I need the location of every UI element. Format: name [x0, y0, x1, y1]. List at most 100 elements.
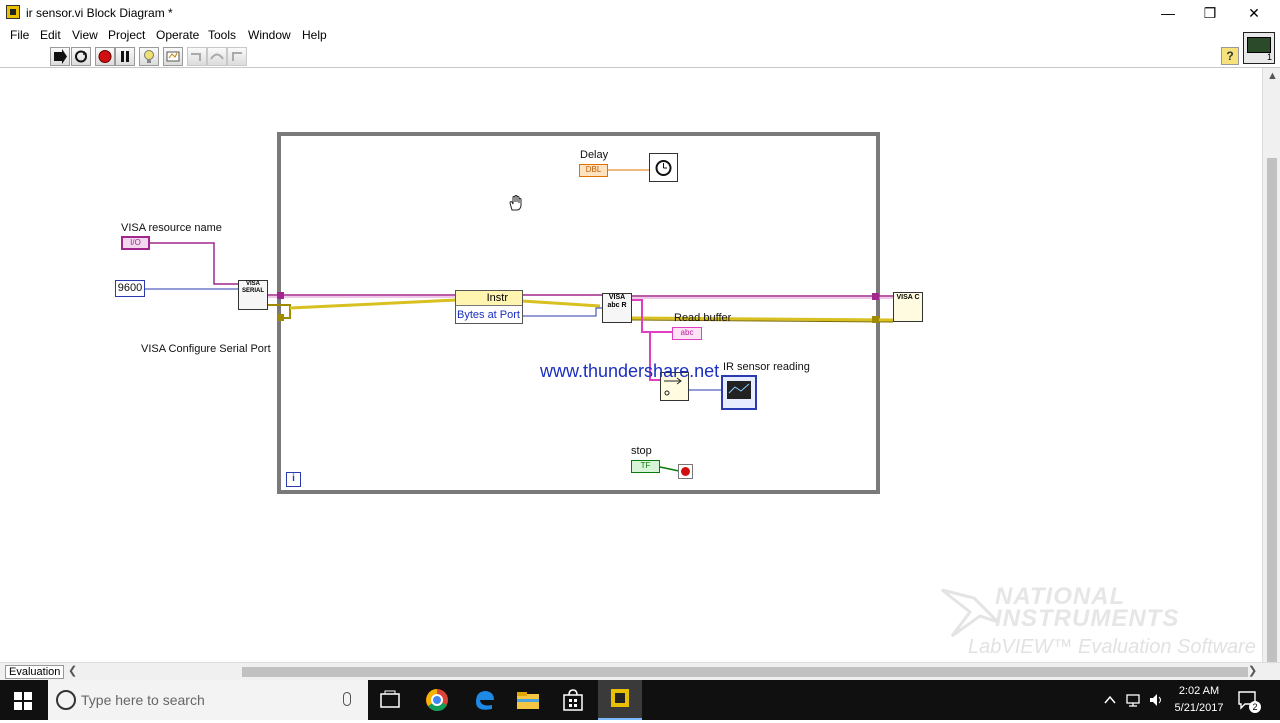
chrome-icon[interactable] — [423, 686, 451, 714]
ir-sensor-label: IR sensor reading — [723, 361, 810, 373]
delay-control[interactable]: DBL — [579, 164, 608, 177]
stop-button-terminal[interactable]: TF — [631, 460, 660, 473]
ir-sensor-chart-indicator[interactable] — [721, 375, 757, 410]
notification-badge: 2 — [1249, 701, 1261, 713]
menu-edit[interactable]: Edit — [40, 28, 61, 42]
run-continuously-button[interactable] — [71, 47, 91, 66]
iteration-terminal[interactable]: i — [286, 472, 301, 487]
ni-eagle-logo-icon — [941, 588, 1000, 638]
property-bytes-at-port[interactable]: Bytes at Port — [456, 307, 522, 324]
error-tunnel-in — [277, 314, 284, 321]
menu-view[interactable]: View — [72, 28, 98, 42]
menu-operate[interactable]: Operate — [156, 28, 199, 42]
visa-close-node[interactable]: VISA C — [893, 292, 923, 322]
ni-logo-text: NATIONAL INSTRUMENTS — [995, 585, 1180, 632]
scroll-up-arrow[interactable]: ▲ — [1267, 70, 1278, 82]
minimize-button[interactable]: — — [1146, 0, 1190, 26]
pause-button[interactable] — [115, 47, 135, 66]
probe-icon — [166, 51, 180, 62]
scroll-left-arrow[interactable]: ❮ — [68, 664, 77, 677]
menu-window[interactable]: Window — [248, 28, 291, 42]
search-placeholder: Type here to search — [81, 692, 205, 708]
visa-configure-serial-node[interactable]: VISA SERIAL — [238, 280, 268, 310]
delay-label: Delay — [580, 149, 609, 161]
restore-button[interactable]: ❒ — [1188, 0, 1232, 26]
edge-icon[interactable] — [470, 686, 498, 714]
lightbulb-icon — [144, 50, 154, 63]
wait-ms-node[interactable] — [649, 153, 678, 182]
error-tunnel-out — [872, 316, 879, 323]
read-buffer-wire — [632, 299, 672, 333]
clock-time[interactable]: 2:02 AM — [1174, 685, 1224, 697]
step-out-icon — [232, 52, 242, 61]
ni-line2: INSTRUMENTS — [995, 605, 1180, 632]
labview-taskbar-button[interactable] — [598, 680, 642, 720]
menu-bar: File Edit View Project Operate Tools Win… — [0, 26, 1280, 46]
title-bar: ir sensor.vi Block Diagram * — ❒ ✕ — [0, 0, 1280, 26]
taskbar-search-box[interactable]: Type here to search — [48, 680, 368, 720]
file-explorer-icon[interactable] — [514, 686, 542, 714]
network-icon[interactable] — [1124, 691, 1142, 709]
vertical-scroll-thumb[interactable] — [1267, 158, 1277, 718]
retain-wire-values-button[interactable] — [163, 47, 183, 66]
step-over-icon — [210, 53, 224, 60]
menu-project[interactable]: Project — [108, 28, 145, 42]
toolbar — [0, 46, 1280, 68]
scroll-right-arrow[interactable]: ❯ — [1248, 664, 1257, 677]
step-over-button[interactable] — [207, 47, 227, 66]
abort-button[interactable] — [95, 47, 115, 66]
tray-chevron-icon[interactable] — [1102, 692, 1118, 708]
windows-taskbar: Type here to search 2 — [0, 680, 1280, 720]
step-into-button[interactable] — [187, 47, 207, 66]
watermark-url: www.thundershare.net — [540, 361, 720, 381]
windows-start-icon[interactable] — [14, 692, 32, 710]
error-wire-3 — [631, 316, 894, 322]
cortana-icon — [56, 690, 76, 710]
while-loop-frame — [277, 132, 880, 494]
menu-file[interactable]: File — [10, 28, 29, 42]
property-instr-row: Instr — [456, 291, 522, 306]
horizontal-scrollbar[interactable]: Evaluation ❮ ❯ — [0, 662, 1280, 680]
visa-tunnel-in — [277, 292, 284, 299]
pause-icon — [121, 51, 129, 62]
microphone-icon[interactable] — [343, 692, 351, 706]
visa-resource-wire — [150, 242, 240, 285]
visa-resource-terminal[interactable]: I/O — [121, 236, 150, 250]
menu-help[interactable]: Help — [302, 28, 327, 42]
stop-label: stop — [631, 445, 652, 457]
visa-configure-label: VISA Configure Serial Port — [141, 343, 271, 355]
visa-resource-label: VISA resource name — [121, 222, 222, 234]
read-buffer-label: Read buffer — [674, 312, 732, 324]
window-title: ir sensor.vi Block Diagram * — [26, 6, 173, 20]
clock-date[interactable]: 5/21/2017 — [1170, 702, 1228, 714]
context-help-button[interactable]: ? — [1221, 47, 1239, 65]
labview-app-icon — [6, 5, 20, 19]
error-wire-1 — [289, 298, 457, 310]
block-diagram-canvas[interactable]: VISA resource name I/O 9600 VISA SERIAL … — [0, 68, 1262, 662]
visa-property-node[interactable]: Instr Bytes at Port — [455, 290, 523, 324]
stop-if-true-icon — [681, 467, 690, 476]
step-into-icon — [191, 53, 201, 61]
stop-wire — [659, 466, 680, 472]
menu-tools[interactable]: Tools — [208, 28, 236, 42]
close-button[interactable]: ✕ — [1232, 0, 1276, 26]
store-icon[interactable] — [559, 686, 587, 714]
run-button[interactable] — [50, 47, 70, 66]
stop-sign-icon — [98, 50, 112, 63]
hand-cursor-icon — [509, 195, 522, 211]
chart-icon — [727, 381, 751, 399]
read-buffer-indicator[interactable]: abc — [672, 327, 702, 340]
volume-icon[interactable] — [1147, 691, 1165, 709]
loop-condition-terminal[interactable] — [678, 464, 693, 479]
horizontal-scroll-thumb[interactable] — [242, 667, 1248, 677]
baud-rate-constant[interactable]: 9600 — [115, 280, 145, 297]
wait-timer-icon — [655, 160, 672, 176]
vi-icon[interactable]: 1 — [1243, 32, 1275, 64]
visa-tunnel-out — [872, 293, 879, 300]
visa-read-node[interactable]: VISA abc R — [602, 293, 632, 323]
step-out-button[interactable] — [227, 47, 247, 66]
task-view-icon[interactable] — [376, 686, 404, 714]
vertical-scrollbar[interactable]: ▲ — [1262, 68, 1280, 718]
vi-icon-badge: 1 — [1266, 52, 1272, 62]
highlight-execution-button[interactable] — [139, 47, 159, 66]
